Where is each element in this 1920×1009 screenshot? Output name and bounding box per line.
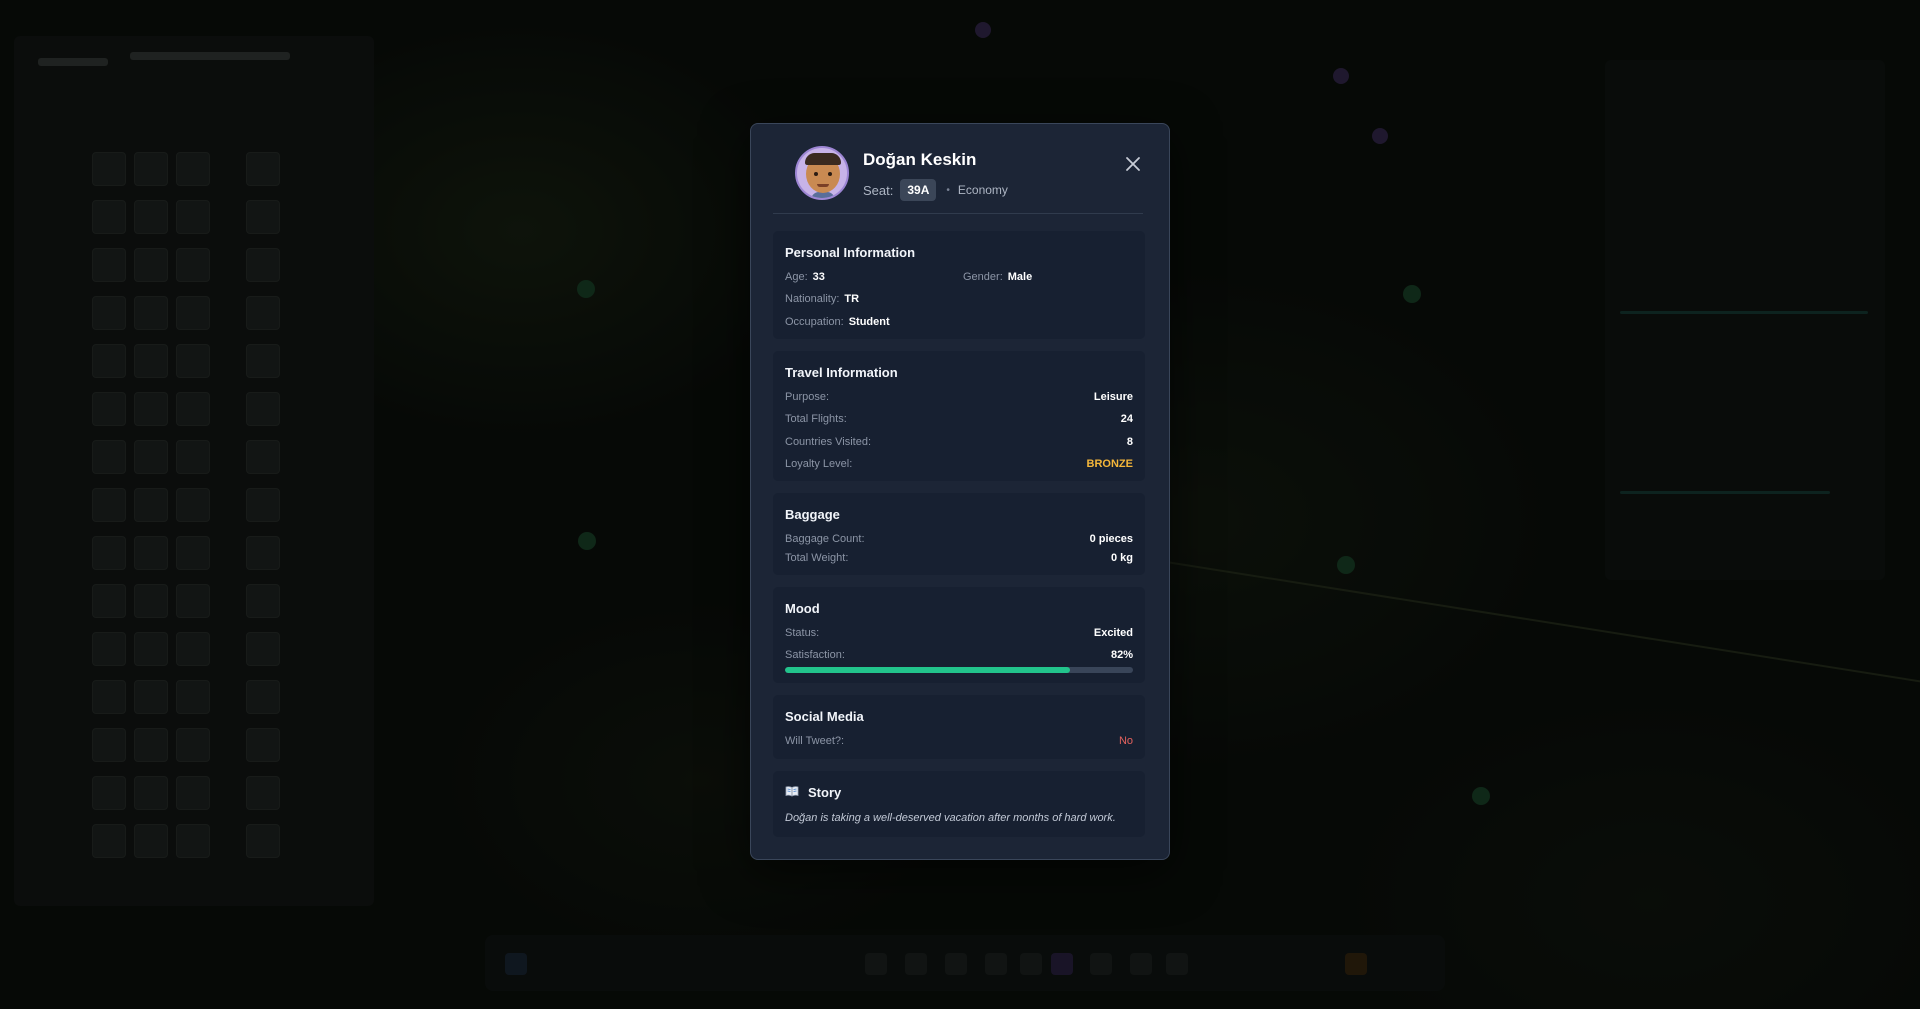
social-media-section: Social Media Will Tweet?: No [773,695,1145,759]
satisfaction-row: Satisfaction: 82% [785,649,1133,661]
story-section: Story Doğan is taking a well-deserved va… [773,771,1145,837]
satisfaction-progress-fill [785,667,1071,673]
passenger-detail-modal: Doğan Keskin Seat: 39A • Economy Persona… [750,123,1170,860]
separator-dot: • [946,184,950,196]
seat-badge: 39A [900,179,937,201]
passenger-name: Doğan Keskin [863,150,977,169]
age-field: Age: 33 [785,271,825,283]
total-flights-row: Total Flights: 24 [785,413,1133,425]
section-title: Mood [785,601,820,616]
occupation-field: Occupation: Student [785,316,890,328]
nationality-field: Nationality: TR [785,293,860,305]
countries-visited-row: Countries Visited: 8 [785,436,1133,448]
travel-info-section: Travel Information Purpose: Leisure Total… [773,351,1145,481]
total-weight-row: Total Weight: 0 kg [785,552,1133,564]
passenger-avatar [795,146,849,200]
will-tweet-value: No [1118,735,1133,747]
book-icon [785,785,799,800]
will-tweet-row: Will Tweet?: No [785,735,1133,747]
section-title: Social Media [785,709,864,724]
section-title: Personal Information [785,245,916,260]
close-icon[interactable] [1121,152,1145,176]
loyalty-badge: BRONZE [1086,458,1133,470]
loyalty-level-row: Loyalty Level: BRONZE [785,458,1133,470]
modal-header: Doğan Keskin Seat: 39A • Economy [773,124,1143,214]
mood-status-row: Status: Excited [785,627,1133,639]
section-title: Story [808,785,842,800]
baggage-count-row: Baggage Count: 0 pieces [785,533,1133,545]
seat-label: Seat: [863,182,894,198]
story-text: Doğan is taking a well-deserved vacation… [785,812,1116,824]
gender-field: Gender: Male [963,271,1033,283]
purpose-row: Purpose: Leisure [785,391,1133,403]
mood-section: Mood Status: Excited Satisfaction: 82% [773,587,1145,683]
section-title: Baggage [785,507,840,522]
satisfaction-progress-bar [785,667,1133,673]
cabin-class: Economy [957,183,1008,197]
seat-info: Seat: 39A • Economy [863,179,1008,201]
baggage-section: Baggage Baggage Count: 0 pieces Total Wei… [773,493,1145,575]
personal-info-section: Personal Information Age: 33 Gender: Male … [773,231,1145,339]
section-title: Travel Information [785,365,898,380]
